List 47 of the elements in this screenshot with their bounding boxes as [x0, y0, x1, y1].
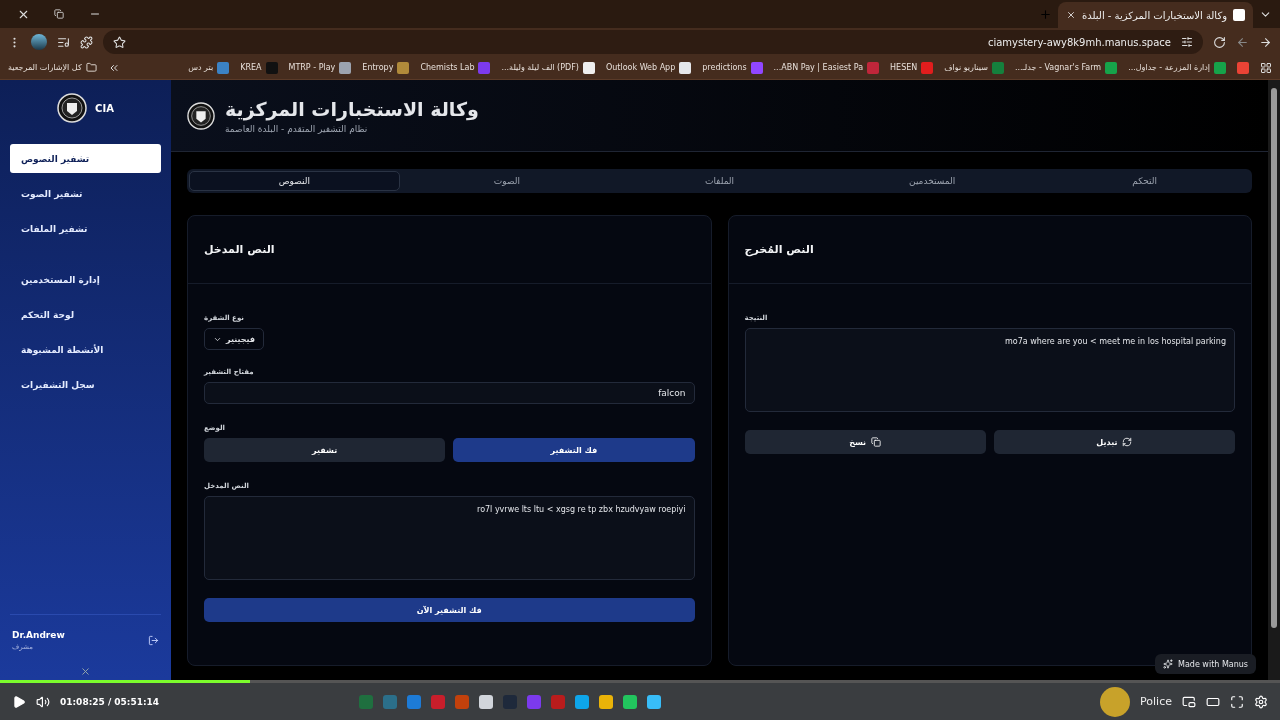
swap-button[interactable]: تبديل: [993, 430, 1235, 454]
brand-name: CIA: [95, 102, 114, 114]
cipher-select[interactable]: فيجينير: [204, 328, 264, 350]
bookmark[interactable]: predictions: [702, 61, 763, 74]
mode-button[interactable]: فك التشفير: [453, 438, 695, 462]
sidebar-item[interactable]: الأنشطة المشبوهة: [10, 335, 161, 364]
bookmark[interactable]: إدارة المزرعة - جداول...: [1128, 61, 1226, 74]
copy-button[interactable]: نسخ: [744, 430, 986, 454]
submit-button[interactable]: فك التشفير الآن: [204, 598, 695, 622]
page-subtitle: نظام التشفير المتقدم - البلدة العاصمة: [225, 123, 369, 134]
card-title: النص المُخرج: [744, 243, 814, 256]
bookmark[interactable]: Entropy: [362, 61, 410, 74]
sidebar-item[interactable]: لوحة التحكم: [10, 300, 161, 329]
key-field[interactable]: falcon: [204, 382, 695, 404]
tab[interactable]: الملفات: [614, 171, 825, 191]
browser-tab[interactable]: وكالة الاستخبارات المركزية - البلدة: [1058, 2, 1253, 28]
result-text-area[interactable]: mo7a where are you < meet me in los hospital parking: [744, 328, 1235, 412]
bookmark[interactable]: HESEN: [890, 61, 934, 74]
bookmarks-folder[interactable]: كل الإشارات المرجعية: [8, 62, 97, 73]
bookmark[interactable]: Vagnar's Farm - جدلـ...: [1014, 61, 1118, 74]
bookmark[interactable]: MTRP - Play: [288, 61, 352, 74]
sidebar-item[interactable]: إدارة المستخدمين: [10, 265, 161, 294]
card-title: النص المدخل: [204, 243, 275, 256]
taskbar-label: Police: [1140, 695, 1172, 708]
sidebar-item[interactable]: تشفير الملفات: [10, 214, 161, 243]
mode-button[interactable]: تشفير: [204, 438, 446, 462]
made-with-badge[interactable]: Made with Manus: [1155, 654, 1256, 674]
address-bar[interactable]: ciamystery-awy8k9mh.manus.space: [103, 30, 1203, 54]
tab[interactable]: النصوص: [189, 171, 400, 191]
bookmark[interactable]: بتر دس: [188, 61, 230, 74]
bookmark[interactable]: Chemists Lab: [420, 61, 491, 74]
input-text-area[interactable]: ro7l yvrwe lts ltu < xgsg re tp zbx hzudvyaw roepiyi: [204, 496, 695, 580]
bookmark[interactable]: Outlook Web App: [605, 61, 692, 74]
page-title: وكالة الاستخبارات المركزية: [225, 97, 479, 120]
tab[interactable]: التحكم: [1039, 171, 1250, 191]
bookmark[interactable]: ABN Pay | Easiest Pa...: [773, 61, 880, 74]
sidebar-item[interactable]: تشفير الصوت: [10, 179, 161, 208]
tab[interactable]: الصوت: [401, 171, 613, 191]
video-time: 01:08:25 / 05:51:14: [60, 696, 160, 707]
sidebar-item[interactable]: تشفير النصوص: [10, 144, 161, 173]
tab[interactable]: المستخدمين: [826, 171, 1038, 191]
user-name: Dr.Andrew: [12, 630, 65, 640]
bookmark[interactable]: سيناريو نواف: [944, 61, 1004, 74]
url-text: ciamystery-awy8k9mh.manus.space: [987, 36, 1171, 48]
sidebar-item[interactable]: سجل التشفيرات: [10, 370, 161, 399]
bookmark[interactable]: (PDF) الف ليلة وليلة...: [501, 61, 595, 74]
bookmark[interactable]: KREA: [240, 61, 278, 74]
